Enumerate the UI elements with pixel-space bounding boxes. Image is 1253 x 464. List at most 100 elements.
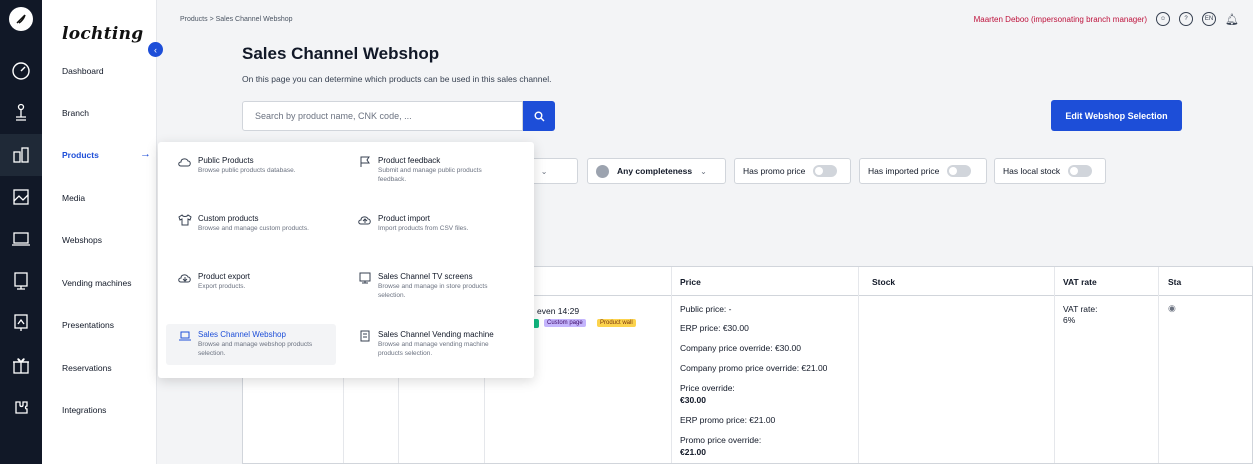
- column-divider: [671, 267, 672, 463]
- sidebar-item-integrations[interactable]: Integrations: [62, 405, 106, 415]
- notification-bell-icon[interactable]: 🔔︎: [1225, 13, 1239, 26]
- menu-item-custom-products[interactable]: Custom products Browse and manage custom…: [166, 208, 336, 240]
- column-divider: [858, 267, 859, 463]
- cloud-icon: [178, 158, 191, 167]
- menu-item-desc: Browse and manage webshop products selec…: [198, 341, 313, 357]
- sidebar-item-webshops[interactable]: Webshops: [62, 235, 102, 245]
- vending-machines-rail-icon[interactable]: [0, 260, 42, 302]
- column-header-stock[interactable]: Stock: [872, 277, 895, 287]
- vat-value: 6%: [1063, 315, 1076, 325]
- menu-item-desc: Import products from CSV files.: [378, 225, 469, 232]
- menu-item-public-products[interactable]: Public Products Browse public products d…: [166, 150, 336, 182]
- column-divider: [1158, 267, 1159, 463]
- menu-item-title: Product feedback: [378, 156, 441, 165]
- menu-item-title: Public Products: [198, 156, 254, 165]
- sidebar-item-presentations[interactable]: Presentations: [62, 320, 114, 330]
- company-promo-price-override: Company promo price override: €21.00: [680, 363, 828, 373]
- public-price: Public price: -: [680, 304, 732, 314]
- dashboard-rail-icon[interactable]: [0, 50, 42, 92]
- product-name[interactable]: even 14:29: [537, 306, 579, 316]
- collapse-sidebar-button[interactable]: ‹: [148, 42, 163, 57]
- promo-price-label: Has promo price: [743, 166, 806, 176]
- menu-item-title: Sales Channel Vending machine: [378, 330, 494, 339]
- page-title: Sales Channel Webshop: [242, 44, 440, 63]
- shirt-icon: [178, 214, 192, 226]
- cloud-download-icon: [178, 274, 191, 283]
- sidebar-item-vending-machines[interactable]: Vending machines: [62, 278, 131, 288]
- imported-price-filter[interactable]: Has imported price: [859, 158, 987, 184]
- promo-price-override-label: Promo price override:: [680, 435, 762, 445]
- tv-screen-icon: [359, 272, 371, 284]
- user-name[interactable]: Maarten Deboo (impersonating branch mana…: [974, 15, 1147, 24]
- menu-item-title: Product export: [198, 272, 251, 281]
- presentations-rail-icon[interactable]: [0, 302, 42, 344]
- menu-item-title: Sales Channel Webshop: [198, 330, 286, 339]
- completeness-filter[interactable]: Any completeness ⌄: [587, 158, 726, 184]
- column-divider: [1054, 267, 1055, 463]
- menu-item-sales-channel-vending[interactable]: Sales Channel Vending machine Browse and…: [346, 324, 516, 365]
- completeness-dot-icon: [596, 164, 609, 178]
- language-icon[interactable]: EN: [1202, 12, 1217, 26]
- flag-icon: [360, 156, 370, 167]
- menu-item-product-import[interactable]: Product import Import products from CSV …: [346, 208, 516, 240]
- page-subtitle: On this page you can determine which pro…: [242, 74, 552, 84]
- sidebar-item-products[interactable]: Products: [62, 150, 99, 160]
- erp-price: ERP price: €30.00: [680, 323, 749, 333]
- logo-icon[interactable]: [9, 7, 33, 31]
- imported-price-toggle[interactable]: [947, 165, 972, 177]
- menu-item-desc: Browse public products database.: [198, 167, 296, 174]
- reservations-rail-icon[interactable]: [0, 344, 42, 386]
- menu-item-sales-channel-webshop[interactable]: Sales Channel Webshop Browse and manage …: [166, 324, 336, 365]
- top-bar: Maarten Deboo (impersonating branch mana…: [974, 12, 1239, 26]
- menu-item-sales-channel-tv[interactable]: Sales Channel TV screens Browse and mana…: [346, 266, 516, 307]
- menu-item-title: Sales Channel TV screens: [378, 272, 473, 281]
- promo-price-filter[interactable]: Has promo price: [734, 158, 851, 184]
- menu-item-desc: Browse and manage in store products sele…: [378, 283, 488, 299]
- column-header-price[interactable]: Price: [680, 277, 701, 287]
- sidebar-item-reservations[interactable]: Reservations: [62, 363, 112, 373]
- search-input[interactable]: Search by product name, CNK code, ...: [242, 101, 523, 131]
- products-dropdown-menu: Public Products Browse public products d…: [158, 142, 534, 378]
- menu-item-product-export[interactable]: Product export Export products.: [166, 266, 336, 298]
- menu-item-product-feedback[interactable]: Product feedback Submit and manage publi…: [346, 150, 516, 191]
- products-rail-icon[interactable]: [0, 134, 42, 176]
- search-button[interactable]: [523, 101, 555, 131]
- menu-item-title: Product import: [378, 214, 431, 223]
- sidebar-item-dashboard[interactable]: Dashboard: [62, 66, 104, 76]
- icon-rail: [0, 0, 42, 464]
- column-header-vat[interactable]: VAT rate: [1063, 277, 1097, 287]
- imported-price-label: Has imported price: [868, 166, 940, 176]
- media-rail-icon[interactable]: [0, 176, 42, 218]
- chevron-down-icon: ⌄: [700, 166, 707, 176]
- laptop-icon: [179, 331, 191, 341]
- eye-icon[interactable]: ◉: [1168, 303, 1176, 314]
- webshops-rail-icon[interactable]: [0, 218, 42, 260]
- custom-page-badge: Custom page: [544, 319, 586, 327]
- completeness-label: Any completeness: [617, 166, 693, 176]
- branch-rail-icon[interactable]: [0, 92, 42, 134]
- column-header-status[interactable]: Sta: [1168, 277, 1181, 287]
- local-stock-label: Has local stock: [1003, 166, 1061, 176]
- help-icon[interactable]: ?: [1179, 12, 1194, 26]
- promo-price-toggle[interactable]: [813, 165, 838, 177]
- menu-item-desc: Browse and manage custom products.: [198, 225, 309, 232]
- chevron-down-icon: ⌄: [540, 166, 548, 176]
- price-override-label: Price override:: [680, 383, 735, 393]
- edit-webshop-selection-button[interactable]: Edit Webshop Selection: [1051, 100, 1182, 131]
- user-icon[interactable]: ☺: [1156, 12, 1171, 26]
- arrow-right-icon: →: [140, 148, 151, 160]
- sidebar-item-branch[interactable]: Branch: [62, 108, 89, 118]
- local-stock-filter[interactable]: Has local stock: [994, 158, 1106, 184]
- company-price-override: Company price override: €30.00: [680, 343, 801, 353]
- integrations-rail-icon[interactable]: [0, 386, 42, 428]
- promo-price-override-value: €21.00: [680, 447, 706, 457]
- vat-label: VAT rate:: [1063, 304, 1098, 314]
- local-stock-toggle[interactable]: [1068, 165, 1093, 177]
- product-wall-badge: Product wall: [597, 319, 636, 327]
- sidebar-item-media[interactable]: Media: [62, 193, 85, 203]
- vending-machine-icon: [360, 330, 370, 342]
- brand-logo: lochting: [62, 24, 144, 44]
- menu-item-desc: Export products.: [198, 283, 246, 290]
- erp-promo-price: ERP promo price: €21.00: [680, 415, 776, 425]
- breadcrumb[interactable]: Products > Sales Channel Webshop: [180, 16, 293, 23]
